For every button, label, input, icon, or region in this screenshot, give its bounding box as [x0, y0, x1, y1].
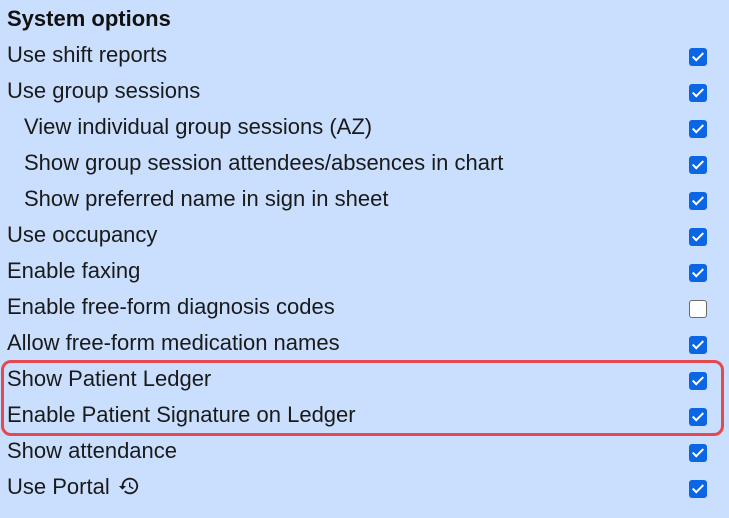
checkbox-free-form-medication-names[interactable]	[689, 336, 707, 354]
section-title: System options	[7, 6, 171, 31]
checkbox-use-portal[interactable]	[689, 480, 707, 498]
checkbox-show-patient-ledger[interactable]	[689, 372, 707, 390]
option-free-form-medication-names: Allow free-form medication names	[0, 325, 729, 361]
option-label: Use group sessions	[7, 78, 201, 103]
option-label: Use occupancy	[7, 222, 158, 247]
option-show-patient-ledger: Show Patient Ledger	[0, 361, 729, 397]
checkbox-show-attendance[interactable]	[689, 444, 707, 462]
checkbox-use-occupancy[interactable]	[689, 228, 707, 246]
option-label: View individual group sessions (AZ)	[24, 114, 373, 139]
checkbox-show-group-session-attendees[interactable]	[689, 156, 707, 174]
option-use-portal: Use Portal	[0, 469, 729, 505]
system-options-panel: System options Use shift reports Use gro…	[0, 0, 729, 518]
option-label-wrapper: Use Portal	[7, 473, 140, 501]
option-label: Use shift reports	[7, 42, 168, 67]
checkbox-enable-faxing[interactable]	[689, 264, 707, 282]
option-free-form-diagnosis-codes: Enable free-form diagnosis codes	[0, 289, 729, 325]
option-label: Enable faxing	[7, 258, 141, 283]
checkbox-patient-signature-on-ledger[interactable]	[689, 408, 707, 426]
checkbox-view-individual-group-sessions[interactable]	[689, 120, 707, 138]
option-label: Show preferred name in sign in sheet	[24, 186, 389, 211]
option-label: Show Patient Ledger	[7, 366, 212, 391]
option-patient-signature-on-ledger: Enable Patient Signature on Ledger	[0, 397, 729, 433]
checkbox-use-shift-reports[interactable]	[689, 48, 707, 66]
option-enable-faxing: Enable faxing	[0, 253, 729, 289]
option-view-individual-group-sessions: View individual group sessions (AZ)	[0, 109, 729, 145]
option-label: Use Portal	[7, 474, 110, 499]
option-label: Allow free-form medication names	[7, 330, 340, 355]
option-label: Show attendance	[7, 438, 178, 463]
option-show-attendance: Show attendance	[0, 433, 729, 469]
option-use-occupancy: Use occupancy	[0, 217, 729, 253]
option-show-preferred-name: Show preferred name in sign in sheet	[0, 181, 729, 217]
checkbox-use-group-sessions[interactable]	[689, 84, 707, 102]
option-label: Enable free-form diagnosis codes	[7, 294, 335, 319]
option-use-shift-reports: Use shift reports	[0, 37, 729, 73]
checkbox-show-preferred-name[interactable]	[689, 192, 707, 210]
option-label: Enable Patient Signature on Ledger	[7, 402, 356, 427]
option-show-group-session-attendees: Show group session attendees/absences in…	[0, 145, 729, 181]
option-use-group-sessions: Use group sessions	[0, 73, 729, 109]
option-label: Show group session attendees/absences in…	[24, 150, 504, 175]
checkbox-free-form-diagnosis-codes[interactable]	[689, 300, 707, 318]
history-icon[interactable]	[118, 475, 140, 497]
